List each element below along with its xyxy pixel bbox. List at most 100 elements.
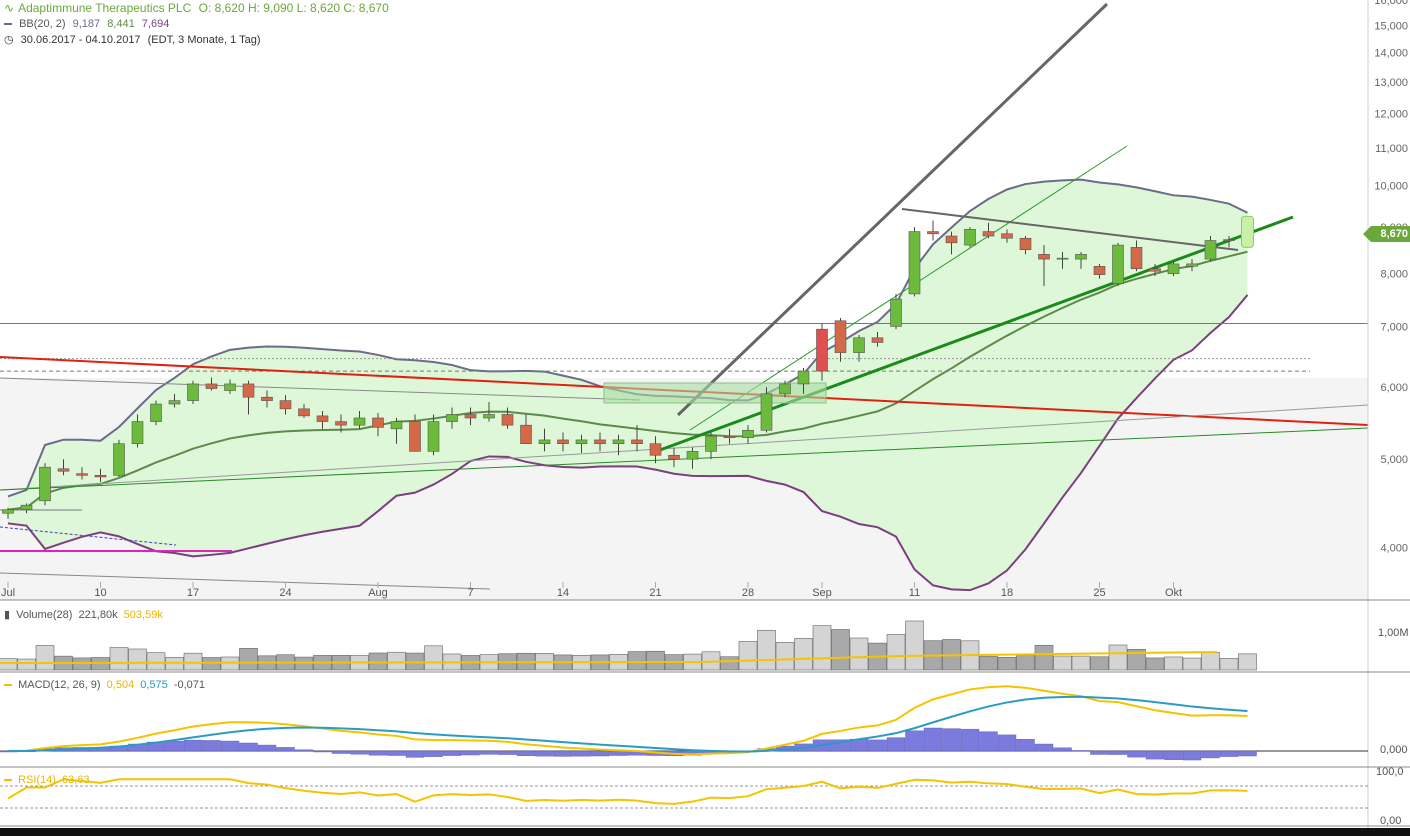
candle-body bbox=[1001, 233, 1013, 239]
candle-body bbox=[1093, 266, 1106, 275]
candle-body bbox=[779, 383, 791, 395]
candle-body bbox=[335, 421, 347, 426]
candle-body bbox=[224, 383, 236, 391]
volume-bar-icon: ▮ bbox=[4, 609, 11, 621]
macd-histogram-bar bbox=[461, 750, 480, 756]
volume-value-1: 221,80k bbox=[78, 609, 118, 621]
date-range-row: ◷ 30.06.2017 - 04.10.2017 (EDT, 3 Monate… bbox=[4, 33, 265, 47]
macd-histogram-bar bbox=[368, 750, 388, 756]
date-axis-label: 18 bbox=[1001, 587, 1013, 599]
date-axis-label: Jul bbox=[1, 587, 15, 599]
macd-value-3: -0,071 bbox=[173, 679, 206, 691]
date-axis-label: 24 bbox=[279, 587, 291, 599]
date-axis-label: 21 bbox=[649, 587, 661, 599]
macd-histogram-bar bbox=[1238, 750, 1257, 757]
candle-body bbox=[594, 439, 606, 445]
volume-bar bbox=[627, 651, 647, 671]
price-axis-tick: 13,000 bbox=[1374, 77, 1408, 89]
chart-header-title-row: ∿ Adaptimmune Therapeutics PLC O: 8,620 H… bbox=[4, 1, 393, 15]
macd-histogram-bar bbox=[553, 750, 573, 757]
macd-histogram-bar bbox=[183, 739, 203, 752]
candle-body bbox=[908, 231, 921, 295]
date-range-detail: (EDT, 3 Monate, 1 Tag) bbox=[147, 34, 261, 46]
volume-bar bbox=[72, 657, 92, 671]
macd-histogram-bar bbox=[868, 739, 887, 752]
candle-body bbox=[150, 403, 162, 422]
consolidation-box bbox=[603, 382, 827, 404]
candle-body bbox=[834, 320, 847, 353]
candle-body bbox=[982, 231, 995, 237]
volume-bar bbox=[1164, 656, 1183, 671]
candle-body bbox=[1075, 254, 1087, 260]
candle-body bbox=[927, 231, 939, 235]
candle-body bbox=[242, 383, 255, 398]
macd-histogram-bar bbox=[942, 728, 961, 752]
candle-body bbox=[890, 298, 902, 327]
macd-histogram-bar bbox=[979, 731, 998, 752]
current-price-tag: 8,670 bbox=[1363, 226, 1410, 242]
rsi-legend: RSI(14) 63,63 bbox=[4, 774, 93, 786]
volume-bar bbox=[1016, 654, 1035, 671]
volume-bar bbox=[0, 658, 18, 671]
volume-bar bbox=[1145, 657, 1165, 671]
macd-histogram-bar bbox=[331, 750, 351, 754]
volume-bar bbox=[17, 658, 36, 671]
macd-histogram-bar bbox=[1127, 750, 1146, 758]
candle-body bbox=[668, 454, 680, 460]
macd-histogram-bar bbox=[479, 750, 499, 755]
candle-body bbox=[631, 439, 643, 445]
date-axis-label: 17 bbox=[187, 587, 199, 599]
candle-body bbox=[1167, 263, 1180, 274]
macd-histogram-bar bbox=[535, 750, 554, 757]
candle-body bbox=[1130, 247, 1143, 270]
price-axis-tick: 16,000 bbox=[1374, 0, 1408, 7]
macd-histogram-bar bbox=[609, 750, 628, 756]
candle-body bbox=[20, 504, 33, 510]
volume-bar bbox=[128, 648, 147, 671]
macd-histogram-bar bbox=[1053, 747, 1072, 752]
candle-body bbox=[797, 370, 810, 385]
macd-histogram-bar bbox=[276, 747, 295, 752]
price-axis-tick: 15,000 bbox=[1374, 20, 1408, 32]
rsi-label: RSI(14) bbox=[18, 774, 56, 786]
candle-body bbox=[298, 408, 310, 417]
candle-body bbox=[316, 415, 329, 422]
volume-bar bbox=[1238, 653, 1257, 671]
volume-legend: ▮ Volume(28) 221,80k 503,59k bbox=[4, 608, 166, 621]
candle-body bbox=[1019, 237, 1032, 251]
macd-histogram-bar bbox=[220, 740, 240, 752]
candle-body bbox=[131, 421, 144, 445]
macd-histogram-bar bbox=[1145, 750, 1165, 760]
volume-bar bbox=[831, 629, 850, 671]
price-axis-tick: 12,000 bbox=[1374, 109, 1408, 121]
candle-body bbox=[446, 414, 458, 422]
volume-bar bbox=[1219, 658, 1239, 671]
macd-histogram-bar bbox=[886, 737, 906, 752]
candle-body bbox=[612, 439, 625, 445]
bb-label: BB(20, 2) bbox=[19, 18, 66, 30]
bb-swatch-icon bbox=[4, 23, 12, 26]
volume-bar bbox=[1034, 645, 1054, 671]
macd-histogram-bar bbox=[442, 750, 462, 756]
volume-bar bbox=[979, 656, 998, 671]
macd-histogram-bar bbox=[405, 750, 425, 758]
candle-body bbox=[1038, 254, 1050, 260]
macd-histogram-bar bbox=[1034, 743, 1054, 752]
macd-histogram-bar bbox=[424, 750, 443, 757]
candle-body bbox=[279, 400, 292, 410]
candle-body bbox=[520, 424, 532, 445]
volume-bar bbox=[775, 642, 795, 671]
macd-histogram-bar bbox=[923, 727, 943, 752]
price-axis-tick: 7,000 bbox=[1380, 321, 1408, 333]
bb-value-upper: 9,187 bbox=[72, 18, 101, 30]
volume-axis-label: 1,00M bbox=[1378, 627, 1409, 639]
volume-bar bbox=[720, 656, 739, 671]
candle-body bbox=[1186, 263, 1198, 267]
macd-swatch-icon bbox=[4, 684, 12, 687]
volume-bar bbox=[646, 650, 665, 671]
candle-body bbox=[575, 439, 588, 445]
candle-body bbox=[742, 429, 754, 438]
volume-label: Volume(28) bbox=[16, 609, 73, 621]
macd-histogram-bar bbox=[1108, 750, 1128, 755]
volume-bar bbox=[849, 637, 869, 671]
